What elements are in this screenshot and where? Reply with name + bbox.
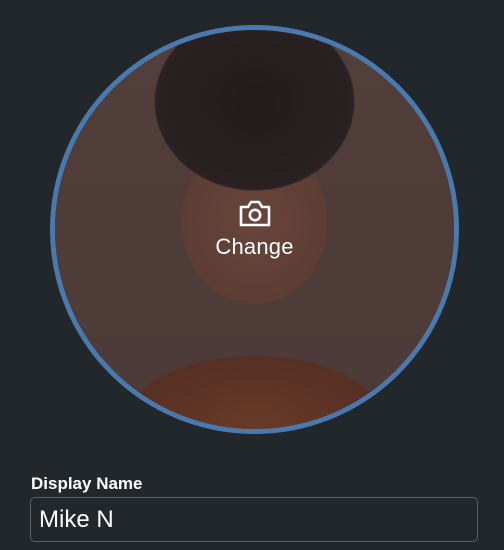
- change-label: Change: [215, 234, 294, 259]
- camera-icon: [239, 200, 270, 227]
- profile-editor: Change Display Name: [0, 0, 504, 550]
- avatar-change-overlay: Change: [55, 198, 454, 260]
- display-name-input[interactable]: [30, 497, 478, 542]
- avatar-change-button[interactable]: Change: [50, 25, 459, 434]
- display-name-label: Display Name: [31, 474, 143, 493]
